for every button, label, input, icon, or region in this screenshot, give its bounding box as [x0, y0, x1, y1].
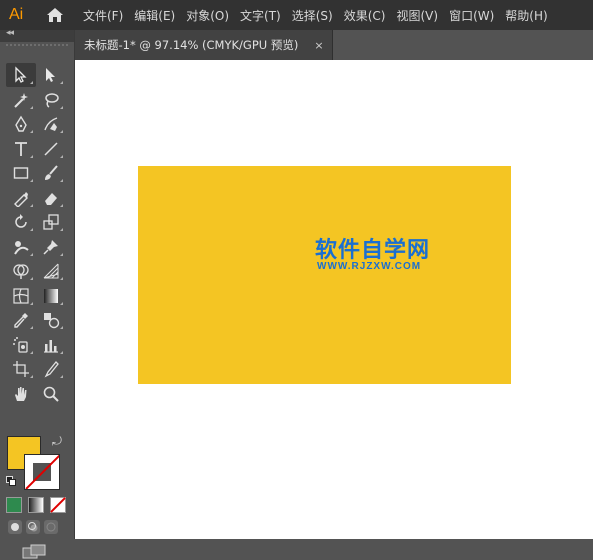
- magic-wand-tool-icon[interactable]: [6, 88, 36, 112]
- swap-fill-stroke-icon[interactable]: ⤾: [52, 434, 62, 449]
- menu-object[interactable]: 对象(O): [186, 7, 229, 24]
- type-tool-icon[interactable]: [6, 137, 36, 161]
- eraser-tool-icon[interactable]: [36, 186, 66, 210]
- menu-items: 文件(F) 编辑(E) 对象(O) 文字(T) 选择(S) 效果(C) 视图(V…: [83, 7, 559, 24]
- menu-bar: Ai 文件(F) 编辑(E) 对象(O) 文字(T) 选择(S) 效果(C) 视…: [0, 0, 593, 30]
- panel-grip[interactable]: [6, 44, 68, 54]
- pen-tool-icon[interactable]: [6, 112, 36, 136]
- draw-behind-icon[interactable]: [26, 520, 40, 534]
- watermark-title: 软件自学网: [315, 238, 431, 263]
- home-icon[interactable]: [41, 0, 69, 30]
- default-fill-stroke-icon[interactable]: [6, 476, 16, 486]
- menu-help[interactable]: 帮助(H): [505, 7, 547, 24]
- mesh-tool-icon[interactable]: [6, 284, 36, 308]
- artboard-tool-icon[interactable]: [6, 357, 36, 381]
- rotate-tool-icon[interactable]: [6, 210, 36, 234]
- menu-edit[interactable]: 编辑(E): [134, 7, 175, 24]
- curvature-tool-icon[interactable]: [36, 112, 66, 136]
- menu-type[interactable]: 文字(T): [240, 7, 281, 24]
- stroke-swatch[interactable]: [24, 454, 60, 490]
- app-logo: Ai: [9, 6, 24, 23]
- gradient-mode-icon[interactable]: [28, 497, 44, 513]
- fill-stroke-widget: ⤾: [6, 434, 68, 492]
- draw-inside-icon[interactable]: [44, 520, 58, 534]
- rectangle-tool-icon[interactable]: [6, 161, 36, 185]
- paintbrush-tool-icon[interactable]: [36, 161, 66, 185]
- yellow-rectangle[interactable]: [138, 166, 511, 384]
- slice-tool-icon[interactable]: [36, 357, 66, 381]
- artboard-canvas[interactable]: 软件自学网 WWW.RJZXW.COM: [75, 60, 593, 539]
- blend-tool-icon[interactable]: [36, 308, 66, 332]
- hand-tool-icon[interactable]: [6, 382, 36, 406]
- menu-window[interactable]: 窗口(W): [449, 7, 494, 24]
- gradient-tool-icon[interactable]: [36, 284, 66, 308]
- symbol-sprayer-tool-icon[interactable]: [6, 333, 36, 357]
- tools-panel: ◂◂ ⤾: [0, 28, 75, 559]
- shape-builder-tool-icon[interactable]: [6, 259, 36, 283]
- menu-file[interactable]: 文件(F): [83, 7, 123, 24]
- draw-normal-icon[interactable]: [8, 520, 22, 534]
- direct-selection-tool-icon[interactable]: [36, 63, 66, 87]
- tools-panel-header: ◂◂: [0, 28, 74, 42]
- menu-view[interactable]: 视图(V): [396, 7, 438, 24]
- none-mode-icon[interactable]: [50, 497, 66, 513]
- lasso-tool-icon[interactable]: [36, 88, 66, 112]
- close-icon[interactable]: ×: [314, 39, 323, 52]
- scale-tool-icon[interactable]: [36, 210, 66, 234]
- collapse-icon[interactable]: ◂◂: [6, 28, 14, 38]
- draw-modes: [8, 520, 58, 534]
- color-mode-icon[interactable]: [6, 497, 22, 513]
- color-modes: [6, 497, 66, 513]
- zoom-tool-icon[interactable]: [36, 382, 66, 406]
- pin-tool-icon[interactable]: [36, 235, 66, 259]
- shaper-tool-icon[interactable]: [6, 186, 36, 210]
- menu-select[interactable]: 选择(S): [292, 7, 333, 24]
- document-tab-label: 未标题-1* @ 97.14% (CMYK/GPU 预览): [84, 38, 299, 52]
- column-graph-tool-icon[interactable]: [36, 333, 66, 357]
- puppet-warp-tool-icon[interactable]: [6, 235, 36, 259]
- document-tab[interactable]: 未标题-1* @ 97.14% (CMYK/GPU 预览) ×: [75, 30, 333, 60]
- eyedropper-tool-icon[interactable]: [6, 308, 36, 332]
- line-segment-tool-icon[interactable]: [36, 137, 66, 161]
- menu-effect[interactable]: 效果(C): [344, 7, 386, 24]
- screen-mode-icon[interactable]: [22, 544, 48, 560]
- tool-grid: [6, 63, 68, 406]
- document-tab-bar: 未标题-1* @ 97.14% (CMYK/GPU 预览) ×: [75, 30, 593, 60]
- none-slash-icon: [25, 455, 59, 489]
- perspective-grid-tool-icon[interactable]: [36, 259, 66, 283]
- selection-tool-icon[interactable]: [6, 63, 36, 87]
- watermark-url: WWW.RJZXW.COM: [317, 261, 422, 272]
